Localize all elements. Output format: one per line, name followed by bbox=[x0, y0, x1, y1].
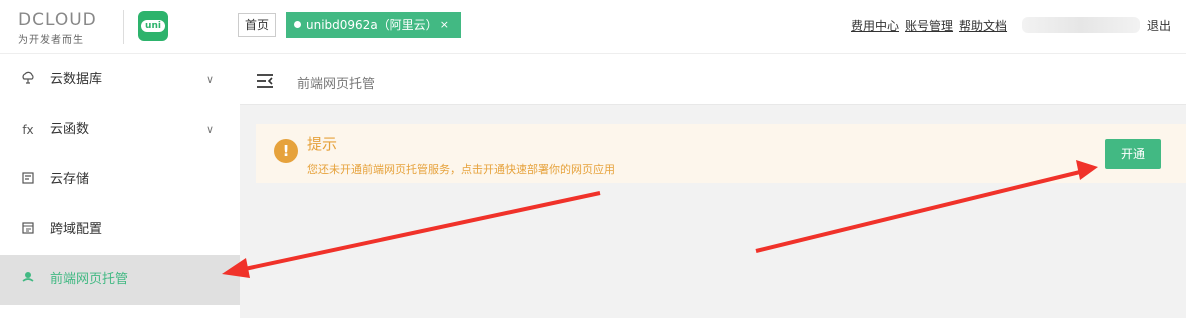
menu-fold-icon[interactable] bbox=[257, 73, 273, 88]
sidebar-item-cloud-database[interactable]: 云数据库 ∨ bbox=[0, 55, 240, 105]
chevron-down-icon: ∨ bbox=[206, 73, 215, 86]
cloud-database-icon bbox=[20, 55, 36, 105]
main-content: 前端网页托管 ! 提示 您还未开通前端网页托管服务，点击开通快速部署你的网页应用… bbox=[240, 55, 1186, 318]
logo-subtitle: 为开发者而生 bbox=[18, 35, 84, 46]
notice-banner: ! 提示 您还未开通前端网页托管服务，点击开通快速部署你的网页应用 开通 bbox=[256, 124, 1186, 183]
tab-space[interactable]: unibd0962a（阿里云） × bbox=[286, 12, 461, 38]
status-dot-icon bbox=[294, 21, 301, 28]
sidebar-item-label: 云函数 bbox=[50, 122, 90, 137]
notice-description: 您还未开通前端网页托管服务，点击开通快速部署你的网页应用 bbox=[307, 163, 615, 176]
storage-icon bbox=[20, 155, 36, 205]
hosting-icon bbox=[20, 255, 36, 305]
chevron-down-icon: ∨ bbox=[206, 123, 215, 136]
sidebar-item-cloud-function[interactable]: fx 云函数 ∨ bbox=[0, 105, 240, 155]
logo-text: DCLOUD bbox=[18, 10, 97, 30]
top-bar: DCLOUD 为开发者而生 uni 首页 unibd0962a（阿里云） × 费… bbox=[0, 0, 1186, 54]
breadcrumb-bar: 前端网页托管 bbox=[240, 55, 1186, 105]
breadcrumb: 前端网页托管 bbox=[297, 77, 376, 92]
sidebar-item-web-hosting[interactable]: 前端网页托管 bbox=[0, 255, 240, 305]
tab-space-label: unibd0962a（阿里云） bbox=[306, 18, 438, 32]
dcloud-logo[interactable]: DCLOUD 为开发者而生 bbox=[18, 10, 110, 46]
avatar[interactable] bbox=[1022, 17, 1140, 33]
link-billing[interactable]: 费用中心 bbox=[851, 19, 899, 33]
warning-icon: ! bbox=[274, 139, 298, 163]
sidebar: 云数据库 ∨ fx 云函数 ∨ 云存储 跨域配置 前端网页托管 bbox=[0, 55, 240, 318]
uni-logo[interactable]: uni bbox=[138, 11, 168, 41]
open-service-button[interactable]: 开通 bbox=[1105, 139, 1161, 169]
sidebar-item-label: 云数据库 bbox=[50, 72, 103, 87]
link-help[interactable]: 帮助文档 bbox=[959, 19, 1007, 33]
logo-divider bbox=[123, 10, 124, 44]
close-icon[interactable]: × bbox=[440, 12, 449, 38]
notice-title: 提示 bbox=[307, 135, 338, 153]
logout-link[interactable]: 退出 bbox=[1147, 17, 1171, 34]
sidebar-item-label: 前端网页托管 bbox=[50, 272, 129, 287]
cross-domain-icon bbox=[20, 205, 36, 255]
tab-home[interactable]: 首页 bbox=[238, 13, 277, 37]
sidebar-item-cloud-storage[interactable]: 云存储 bbox=[0, 155, 240, 205]
fx-icon: fx bbox=[22, 123, 34, 137]
sidebar-item-cross-domain[interactable]: 跨域配置 bbox=[0, 205, 240, 255]
link-account[interactable]: 账号管理 bbox=[905, 19, 953, 33]
sidebar-item-label: 跨域配置 bbox=[50, 222, 103, 237]
top-links: 费用中心 账号管理 帮助文档 bbox=[851, 17, 1013, 34]
uni-logo-text: uni bbox=[141, 20, 165, 32]
sidebar-item-label: 云存储 bbox=[50, 172, 90, 187]
